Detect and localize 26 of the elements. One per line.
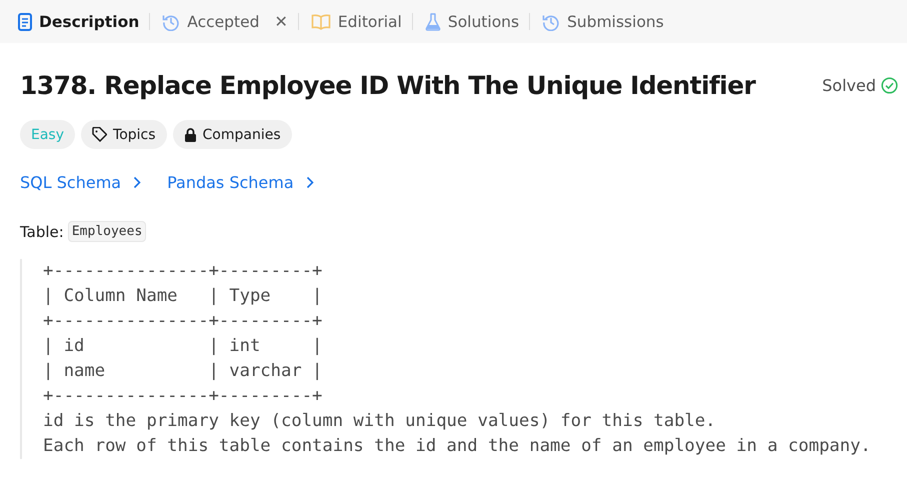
tab[interactable]: Submissions	[542, 12, 674, 30]
flask-icon	[424, 12, 441, 30]
check-icon	[881, 77, 898, 94]
chevron-right-icon	[133, 176, 142, 189]
tag-button[interactable]: Companies	[172, 120, 292, 149]
book-icon	[310, 14, 331, 30]
chevron-right-icon	[306, 176, 314, 189]
history-icon	[162, 12, 180, 30]
document-icon	[18, 12, 32, 30]
tab[interactable]: Solutions	[424, 12, 530, 30]
solved-status: Solved	[822, 76, 898, 95]
schema-link[interactable]: SQL Schema	[20, 173, 142, 192]
tab[interactable]: Accepted ✕	[162, 12, 298, 31]
schema-link[interactable]: Pandas Schema	[167, 173, 314, 192]
problem-title: 1378. Replace Employee ID With The Unique Identifier	[20, 71, 756, 100]
table-label: Table:	[20, 222, 64, 240]
lock-icon	[184, 128, 197, 142]
table-name: Employees	[68, 221, 146, 242]
tab[interactable]: Editorial	[310, 12, 412, 30]
difficulty-badge: Easy	[20, 120, 76, 149]
close-icon[interactable]: ✕	[274, 12, 288, 31]
tag-icon	[92, 127, 108, 142]
tag-button[interactable]: Topics	[81, 120, 167, 149]
code-block: +---------------+---------+ | Column Name | Type | +---------------+---------+ | id | int | | name | varchar | +---------------+---------+ id is the primary key (column with unique values) for this table. Each row of this table contains the id and the name of an employee in a company.	[20, 259, 898, 459]
history-icon	[542, 12, 560, 30]
tab[interactable]: Description	[18, 12, 150, 30]
